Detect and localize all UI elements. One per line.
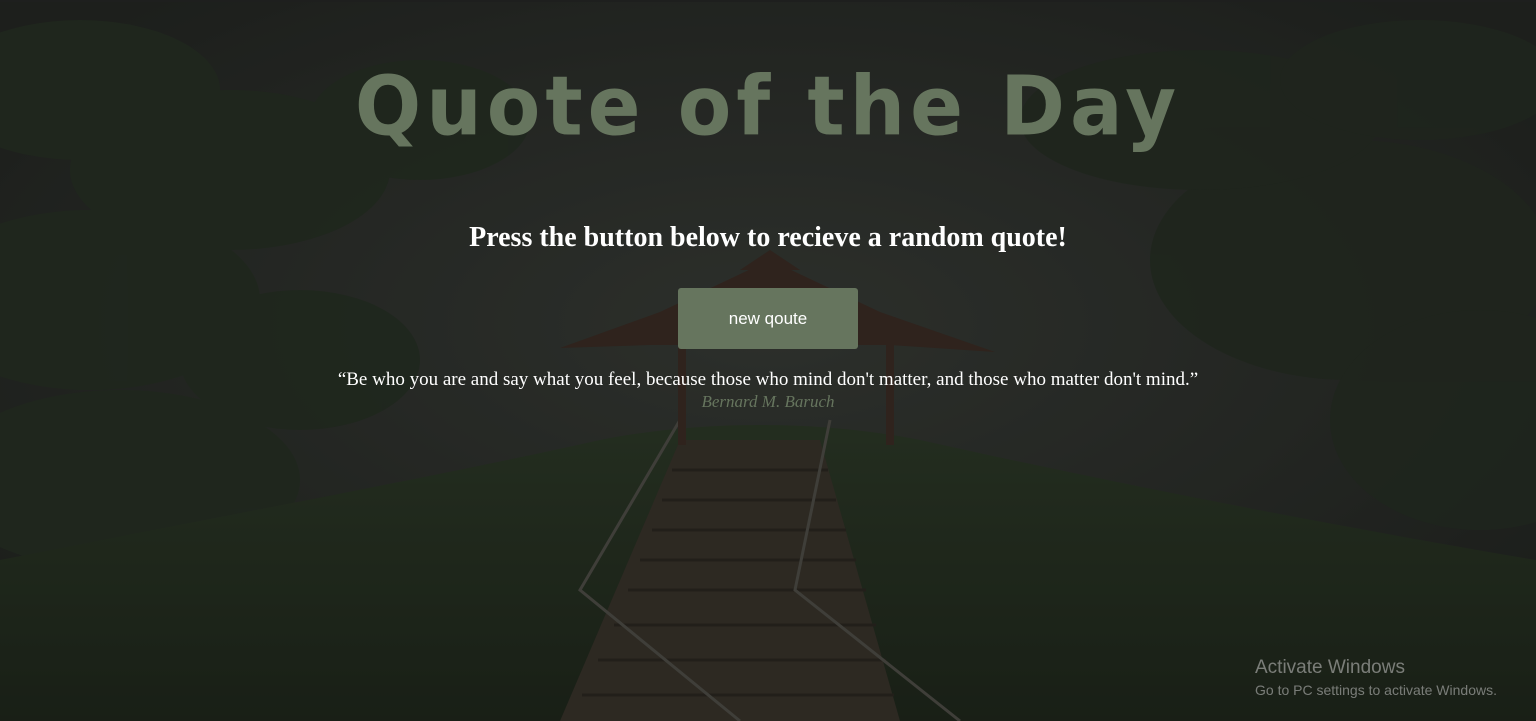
- new-quote-button[interactable]: new qoute: [678, 288, 858, 349]
- quote-text: “Be who you are and say what you feel, b…: [337, 369, 1199, 390]
- top-border: [0, 0, 1536, 2]
- watermark-subtitle: Go to PC settings to activate Windows.: [1255, 682, 1497, 698]
- windows-activation-watermark: Activate Windows Go to PC settings to ac…: [1255, 656, 1497, 700]
- instructions-text: Press the button below to recieve a rand…: [469, 222, 1067, 253]
- quote-author: Bernard M. Baruch: [701, 392, 835, 411]
- page-title: Quote of the Day: [354, 59, 1182, 155]
- watermark-title: Activate Windows: [1255, 657, 1405, 678]
